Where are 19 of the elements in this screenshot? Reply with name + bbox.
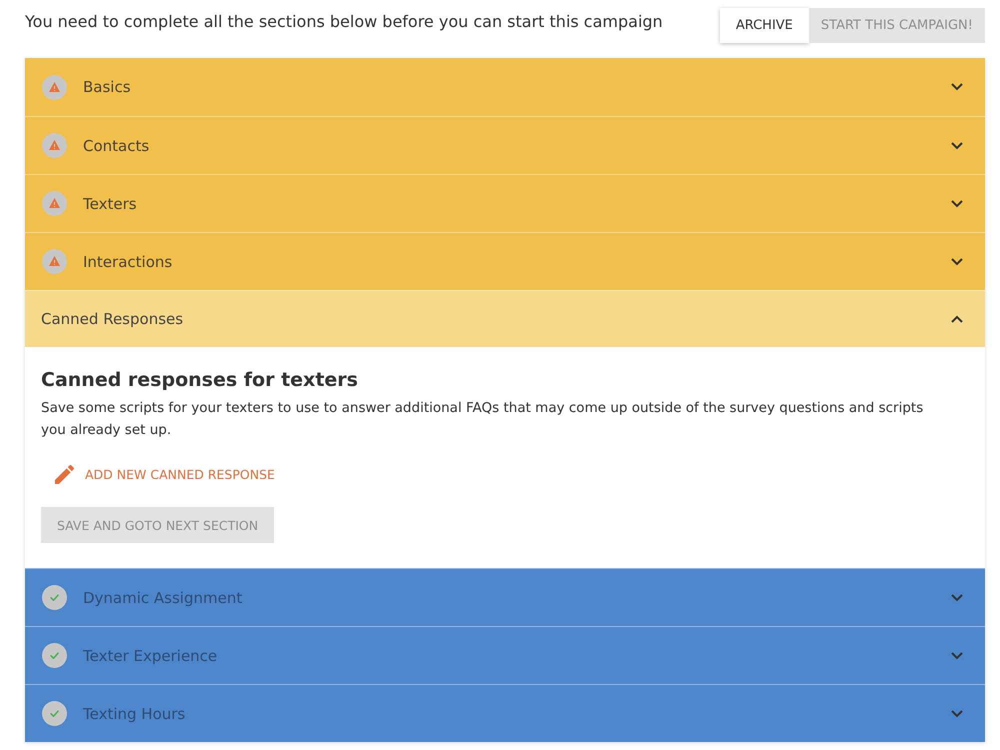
chevron-down-icon[interactable] bbox=[951, 594, 963, 602]
chevron-down-icon[interactable] bbox=[951, 710, 963, 718]
chevron-down-icon[interactable] bbox=[951, 142, 963, 150]
section-heading: Canned responses for texters bbox=[41, 368, 359, 393]
instruction-text: You need to complete all the sections below before you can start this campaign bbox=[25, 11, 663, 33]
archive-button[interactable]: ARCHIVE bbox=[720, 8, 809, 43]
section-description: Save some scripts for your texters to use to answer additional FAQs that may come up outside of the survey questions and scripts you already set up. bbox=[41, 399, 924, 440]
add-response-button[interactable]: ADD NEW CANNED RESPONSE bbox=[41, 457, 289, 492]
chevron-down-icon[interactable] bbox=[951, 200, 963, 208]
section-header[interactable]: Basics bbox=[25, 58, 985, 116]
section-header[interactable]: Texters bbox=[25, 174, 985, 232]
chevron-up-icon[interactable] bbox=[951, 315, 963, 323]
section-header[interactable]: Interactions bbox=[25, 232, 985, 290]
pencil-icon bbox=[55, 465, 74, 484]
chevron-down-icon[interactable] bbox=[951, 83, 963, 91]
chevron-down-icon[interactable] bbox=[951, 258, 963, 266]
section-header[interactable]: Contacts bbox=[25, 116, 985, 174]
chevron-down-icon[interactable] bbox=[951, 652, 963, 660]
section-header[interactable]: Canned Responses bbox=[25, 290, 985, 347]
